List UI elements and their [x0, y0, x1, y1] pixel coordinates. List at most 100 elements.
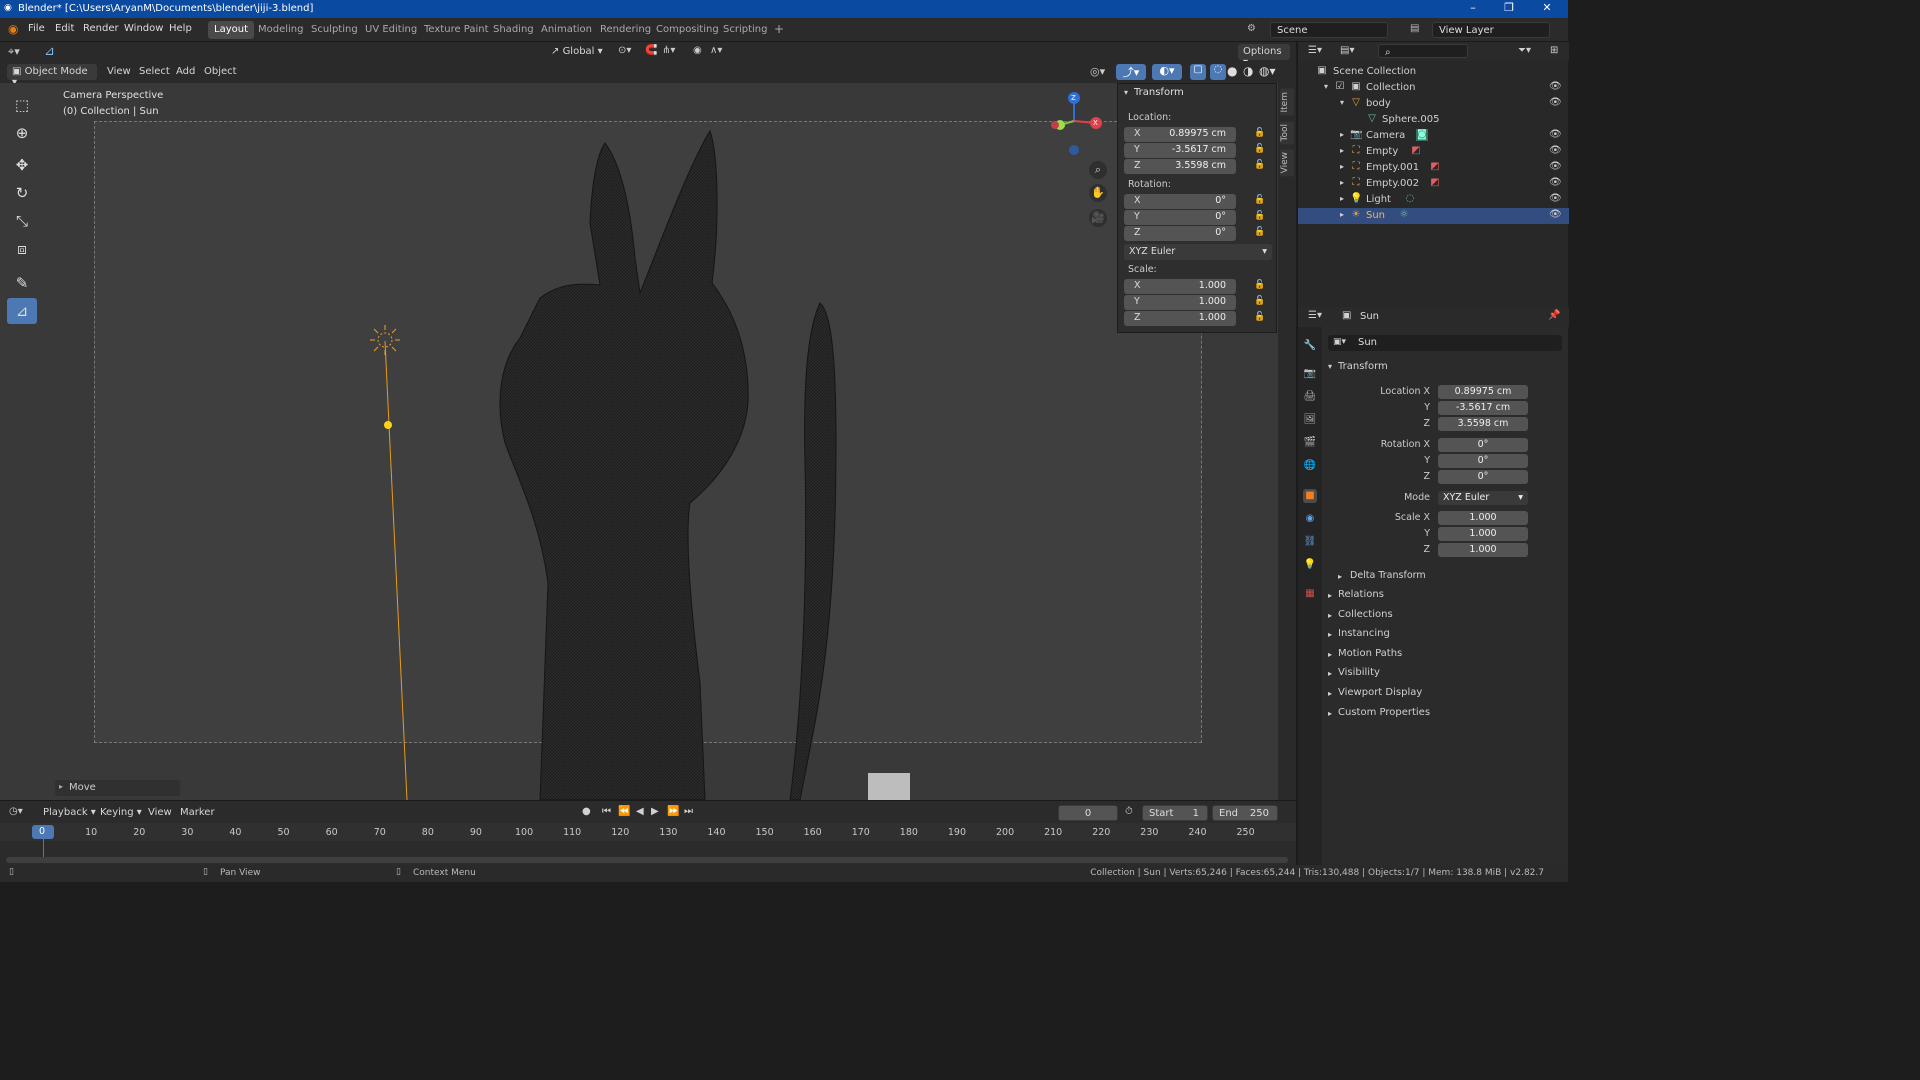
rotation-x-field[interactable]: X 0°	[1124, 194, 1236, 209]
texture-tab-icon[interactable]: ▦	[1303, 587, 1317, 601]
select-box-icon[interactable]: ⬚	[7, 92, 37, 118]
close-button[interactable]: ✕	[1532, 1, 1562, 14]
scale-z-field[interactable]: Z 1.000	[1124, 311, 1236, 326]
eye-icon[interactable]: 👁	[1549, 81, 1562, 92]
tab-view[interactable]: View	[1280, 149, 1294, 177]
outliner-item-camera[interactable]: ▸ 📷 Camera ◙ 👁	[1298, 128, 1569, 144]
tab-texture-paint[interactable]: Texture Paint	[418, 21, 495, 39]
new-collection-icon[interactable]: ⊞	[1550, 45, 1558, 56]
expand-icon[interactable]: ▸	[1328, 669, 1332, 678]
lock-icon[interactable]: 🔓	[1254, 211, 1266, 223]
eye-icon[interactable]: 👁	[1549, 209, 1562, 220]
outliner-item-sun[interactable]: ▸ ☀ Sun ☼ 👁	[1298, 208, 1569, 224]
outliner-item-empty[interactable]: ▸ ⛶ Empty ◩ 👁	[1298, 144, 1569, 160]
outliner-item-collection[interactable]: ▾ ☑ ▣ Collection 👁	[1298, 80, 1569, 96]
eye-icon[interactable]: 👁	[1549, 129, 1562, 140]
scale-y-field[interactable]: Y 1.000	[1124, 295, 1236, 310]
playback-dropdown[interactable]: Playback ▾	[38, 805, 101, 821]
eye-icon[interactable]: 👁	[1549, 193, 1562, 204]
transform-icon[interactable]: ⧈	[7, 236, 37, 262]
world-tab-icon[interactable]: 🌐	[1303, 459, 1317, 473]
location-x-field[interactable]: X 0.89975 cm	[1124, 127, 1236, 142]
eye-icon[interactable]: 👁	[1549, 177, 1562, 188]
marker-menu[interactable]: Marker	[175, 805, 220, 821]
expand-icon[interactable]: ▸	[1336, 145, 1348, 157]
mode-dropdown[interactable]: ▣ Object Mode ▾	[7, 64, 97, 88]
menu-select[interactable]: Select	[134, 64, 175, 80]
motion-paths-header[interactable]: Motion Paths	[1338, 648, 1402, 659]
relations-header[interactable]: Relations	[1338, 589, 1384, 600]
editor-type-icon[interactable]: ◷▾	[9, 806, 23, 817]
prop-scale-x-field[interactable]: 1.000	[1438, 511, 1528, 525]
instancing-header[interactable]: Instancing	[1338, 628, 1390, 639]
expand-icon[interactable]: ▸	[1328, 591, 1332, 600]
outliner-item-body[interactable]: ▾ ▽ body 👁	[1298, 96, 1569, 112]
rotate-icon[interactable]: ↻	[7, 180, 37, 206]
jump-start-icon[interactable]: ⏮	[602, 806, 611, 817]
menu-window[interactable]: Window	[124, 23, 163, 34]
expand-icon[interactable]: ▸	[1328, 650, 1332, 659]
checkbox-icon[interactable]: ☑	[1334, 81, 1346, 93]
tab-item[interactable]: Item	[1280, 89, 1294, 116]
play-icon[interactable]: ▶	[651, 806, 659, 817]
scene-icon[interactable]: ⚙	[1247, 23, 1256, 34]
view-layer-tab-icon[interactable]: 🖼	[1303, 413, 1317, 427]
expand-icon[interactable]: ▸	[1336, 177, 1348, 189]
scene-selector[interactable]: Scene	[1270, 22, 1388, 38]
expand-icon[interactable]: ▸	[1328, 689, 1332, 698]
output-tab-icon[interactable]: 🖨	[1303, 390, 1317, 404]
expand-icon[interactable]: ▸	[1338, 572, 1342, 581]
display-mode-icon[interactable]: ▤▾	[1340, 45, 1354, 56]
lock-icon[interactable]: 🔓	[1254, 160, 1266, 172]
lock-icon[interactable]: 🔓	[1254, 280, 1266, 292]
collapse-icon[interactable]: ▾	[1124, 88, 1128, 97]
expand-icon[interactable]: ▸	[1328, 611, 1332, 620]
constraints-tab-icon[interactable]: ⛓	[1303, 535, 1317, 549]
pan-hand-icon[interactable]: ✋	[1089, 184, 1107, 202]
prop-scale-z-field[interactable]: 1.000	[1438, 543, 1528, 557]
add-workspace-button[interactable]: +	[768, 19, 790, 37]
tab-layout[interactable]: Layout	[208, 21, 254, 39]
rotation-mode-dropdown[interactable]: XYZ Euler ▾	[1124, 244, 1272, 260]
proportional-edit-icon[interactable]: ◉	[693, 45, 702, 56]
eye-icon[interactable]: 👁	[1549, 97, 1562, 108]
eye-icon[interactable]: 👁	[1549, 161, 1562, 172]
lock-icon[interactable]: 🔓	[1254, 312, 1266, 324]
custom-properties-header[interactable]: Custom Properties	[1338, 707, 1430, 718]
snap-target-icon[interactable]: ⋔▾	[662, 45, 675, 56]
xray-icon[interactable]: ▢	[1190, 64, 1206, 80]
expand-icon[interactable]: ▸	[1328, 630, 1332, 639]
render-tab-icon[interactable]: 📷	[1303, 367, 1317, 381]
collections-header[interactable]: Collections	[1338, 609, 1393, 620]
light-data-tab-icon[interactable]: 💡	[1303, 558, 1317, 572]
snap-icon[interactable]: 🧲	[645, 45, 657, 56]
tab-compositing[interactable]: Compositing	[650, 21, 725, 39]
outliner-scene-collection[interactable]: ▣ Scene Collection	[1298, 64, 1569, 80]
start-frame-field[interactable]: Start 1	[1142, 805, 1208, 821]
outliner-item-empty-001[interactable]: ▸ ⛶ Empty.001 ◩ 👁	[1298, 160, 1569, 176]
menu-object[interactable]: Object	[199, 64, 242, 80]
object-name-field[interactable]: ▣▾ Sun	[1328, 335, 1562, 351]
menu-view[interactable]: View	[102, 64, 136, 80]
prop-location-x-field[interactable]: 0.89975 cm	[1438, 385, 1528, 399]
play-reverse-icon[interactable]: ◀	[636, 806, 644, 817]
physics-tab-icon[interactable]: ◉	[1303, 512, 1317, 526]
object-tab-icon[interactable]: ■	[1303, 489, 1317, 503]
blender-menu-icon[interactable]: ◉	[8, 22, 18, 36]
scale-x-field[interactable]: X 1.000	[1124, 279, 1236, 294]
expand-icon[interactable]: ▸	[1336, 161, 1348, 173]
jump-end-icon[interactable]: ⏭	[684, 806, 693, 817]
lock-icon[interactable]: 🔓	[1254, 195, 1266, 207]
options-dropdown[interactable]: Options ▾	[1238, 44, 1290, 68]
expand-icon[interactable]: ▾	[1320, 81, 1332, 93]
rotation-z-field[interactable]: Z 0°	[1124, 226, 1236, 241]
prop-rotation-mode-dropdown[interactable]: XYZ Euler ▾	[1438, 491, 1528, 505]
editor-type-icon[interactable]: ⌖▾	[8, 45, 20, 59]
tab-scripting[interactable]: Scripting	[717, 21, 773, 39]
scene-tab-icon[interactable]: 🎬	[1303, 436, 1317, 450]
scale-icon[interactable]: ⤡	[7, 208, 37, 234]
location-z-field[interactable]: Z 3.5598 cm	[1124, 159, 1236, 174]
current-frame-field[interactable]: 0	[1058, 805, 1118, 821]
lock-icon[interactable]: 🔓	[1254, 296, 1266, 308]
location-y-field[interactable]: Y -3.5617 cm	[1124, 143, 1236, 158]
